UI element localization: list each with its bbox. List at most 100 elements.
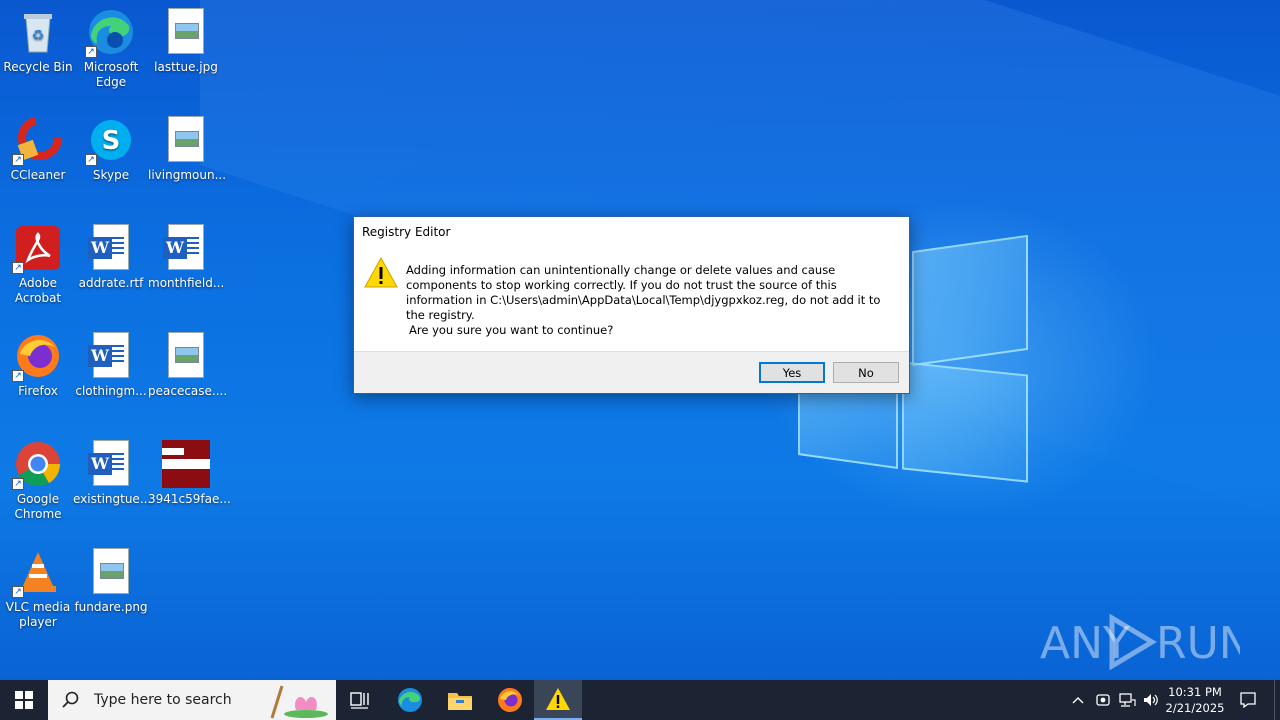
desktop-icon-monthfield[interactable]: W monthfield...	[148, 224, 224, 291]
desktop-icon-label: VLC media player	[5, 600, 71, 629]
desktop-icon-3941c59fae[interactable]: 3941c59fae...	[148, 440, 231, 507]
meet-now-icon	[1096, 694, 1110, 706]
firefox-icon	[498, 688, 522, 712]
desktop-icon-label: clothingm...	[75, 384, 147, 398]
image-file-icon	[162, 332, 210, 380]
taskbar-search-box[interactable]: Type here to search	[48, 680, 336, 720]
desktop-icon-label: peacecase....	[148, 384, 228, 398]
ccleaner-icon: ↗	[12, 116, 62, 166]
firefox-icon: ↗	[12, 332, 62, 382]
desktop-icon-clothingm[interactable]: W clothingm...	[73, 332, 149, 399]
desktop-icon-ccleaner[interactable]: ↗ CCleaner	[0, 116, 76, 183]
windows-logo-icon	[15, 691, 33, 709]
svg-text:RUN: RUN	[1156, 618, 1240, 669]
desktop-icon-label: existingtue...	[73, 492, 152, 506]
desktop-icon-label: Adobe Acrobat	[14, 276, 62, 305]
volume-button[interactable]	[1140, 680, 1162, 720]
flag-file-icon	[162, 440, 210, 488]
yes-button[interactable]: Yes	[759, 362, 825, 383]
shortcut-arrow-icon: ↗	[12, 370, 24, 382]
notification-icon	[1240, 692, 1256, 709]
folder-icon	[448, 693, 472, 710]
tray-device-icon-button[interactable]	[1092, 680, 1114, 720]
skype-icon: S ↗	[85, 116, 135, 166]
show-desktop-button[interactable]	[1274, 680, 1280, 720]
desktop-icon-livingmoun[interactable]: livingmoun...	[148, 116, 227, 183]
svg-text:S: S	[102, 126, 121, 156]
start-button[interactable]	[0, 680, 48, 720]
show-hidden-icons-button[interactable]	[1068, 680, 1088, 720]
desktop-icon-label: livingmoun...	[148, 168, 227, 182]
task-view-button[interactable]	[340, 680, 380, 720]
wallpaper-pane	[912, 234, 1028, 367]
shortcut-arrow-icon: ↗	[12, 478, 24, 490]
taskbar-file-explorer-button[interactable]	[440, 680, 480, 720]
warning-icon	[364, 256, 398, 293]
search-placeholder: Type here to search	[94, 692, 232, 708]
svg-text:♻: ♻	[32, 28, 45, 44]
word-document-icon: W	[87, 224, 135, 272]
desktop-icon-firefox[interactable]: ↗ Firefox	[0, 332, 76, 399]
shortcut-arrow-icon: ↗	[12, 262, 24, 274]
chevron-up-icon	[1072, 697, 1084, 704]
taskbar-firefox-button[interactable]	[490, 680, 530, 720]
acrobat-icon: ↗	[12, 224, 62, 274]
network-button[interactable]	[1116, 680, 1138, 720]
chrome-icon: ↗	[12, 440, 62, 490]
recycle-bin-icon: ♻	[14, 8, 62, 56]
wallpaper-pane	[902, 361, 1028, 483]
edge-icon: ↗	[85, 8, 135, 58]
desktop: ♻ Recycle Bin ↗ CCleaner ↗ Adobe Acrobat…	[0, 0, 1280, 680]
word-document-icon: W	[87, 332, 135, 380]
shortcut-arrow-icon: ↗	[12, 586, 24, 598]
desktop-icon-label: fundare.png	[74, 600, 148, 614]
shortcut-arrow-icon: ↗	[85, 46, 97, 58]
desktop-icon-label: monthfield...	[148, 276, 225, 290]
word-document-icon: W	[162, 224, 210, 272]
desktop-icon-vlc-media-player[interactable]: ↗ VLC media player	[0, 548, 76, 630]
desktop-icon-recycle-bin[interactable]: ♻ Recycle Bin	[0, 8, 76, 75]
image-file-icon	[87, 548, 135, 596]
desktop-icon-google-chrome[interactable]: ↗ Google Chrome	[0, 440, 76, 522]
dialog-title: Registry Editor	[362, 225, 451, 239]
dialog-question: Are you sure you want to continue?	[409, 323, 614, 337]
desktop-icon-label: Recycle Bin	[3, 60, 73, 74]
edge-icon	[398, 688, 422, 712]
action-center-button[interactable]	[1230, 680, 1266, 720]
speaker-icon	[1144, 694, 1158, 706]
desktop-icon-label: 3941c59fae...	[148, 492, 231, 506]
taskbar-edge-button[interactable]	[390, 680, 430, 720]
shortcut-arrow-icon: ↗	[85, 154, 97, 166]
desktop-icon-label: Firefox	[18, 384, 58, 398]
taskbar-registry-editor-button[interactable]	[534, 680, 582, 720]
desktop-icon-fundare-png[interactable]: fundare.png	[73, 548, 149, 615]
dialog-message: Adding information can unintentionally c…	[406, 263, 881, 322]
anyrun-watermark: ANY RUN	[1040, 610, 1252, 671]
warning-icon	[546, 688, 570, 710]
search-highlight-lotus-icon	[270, 685, 328, 719]
desktop-icon-label: Google Chrome	[14, 492, 62, 521]
desktop-icon-label: Skype	[92, 168, 130, 182]
image-file-icon	[162, 116, 210, 164]
taskbar-clock[interactable]: 10:31 PM 2/21/2025	[1162, 684, 1228, 716]
desktop-icon-peacecase[interactable]: peacecase....	[148, 332, 228, 399]
task-view-icon	[350, 692, 369, 709]
word-document-icon: W	[87, 440, 135, 488]
desktop-icon-lasttue-jpg[interactable]: lasttue.jpg	[148, 8, 224, 75]
desktop-icon-adobe-acrobat[interactable]: ↗ Adobe Acrobat	[0, 224, 76, 306]
shortcut-arrow-icon: ↗	[12, 154, 24, 166]
clock-date: 2/21/2025	[1165, 701, 1225, 715]
no-button[interactable]: No	[833, 362, 899, 383]
desktop-icon-label: CCleaner	[10, 168, 66, 182]
taskbar: Type here to search	[0, 680, 1280, 720]
desktop-icon-existingtue[interactable]: W existingtue...	[73, 440, 152, 507]
network-icon	[1119, 693, 1136, 707]
desktop-icon-microsoft-edge[interactable]: ↗ Microsoft Edge	[73, 8, 149, 90]
desktop-icon-label: Microsoft Edge	[83, 60, 139, 89]
image-file-icon	[162, 8, 210, 56]
vlc-icon: ↗	[12, 548, 62, 598]
desktop-icon-addrate-rtf[interactable]: W addrate.rtf	[73, 224, 149, 291]
desktop-icon-label: addrate.rtf	[78, 276, 144, 290]
desktop-icon-skype[interactable]: S ↗ Skype	[73, 116, 149, 183]
desktop-icon-label: lasttue.jpg	[154, 60, 218, 74]
